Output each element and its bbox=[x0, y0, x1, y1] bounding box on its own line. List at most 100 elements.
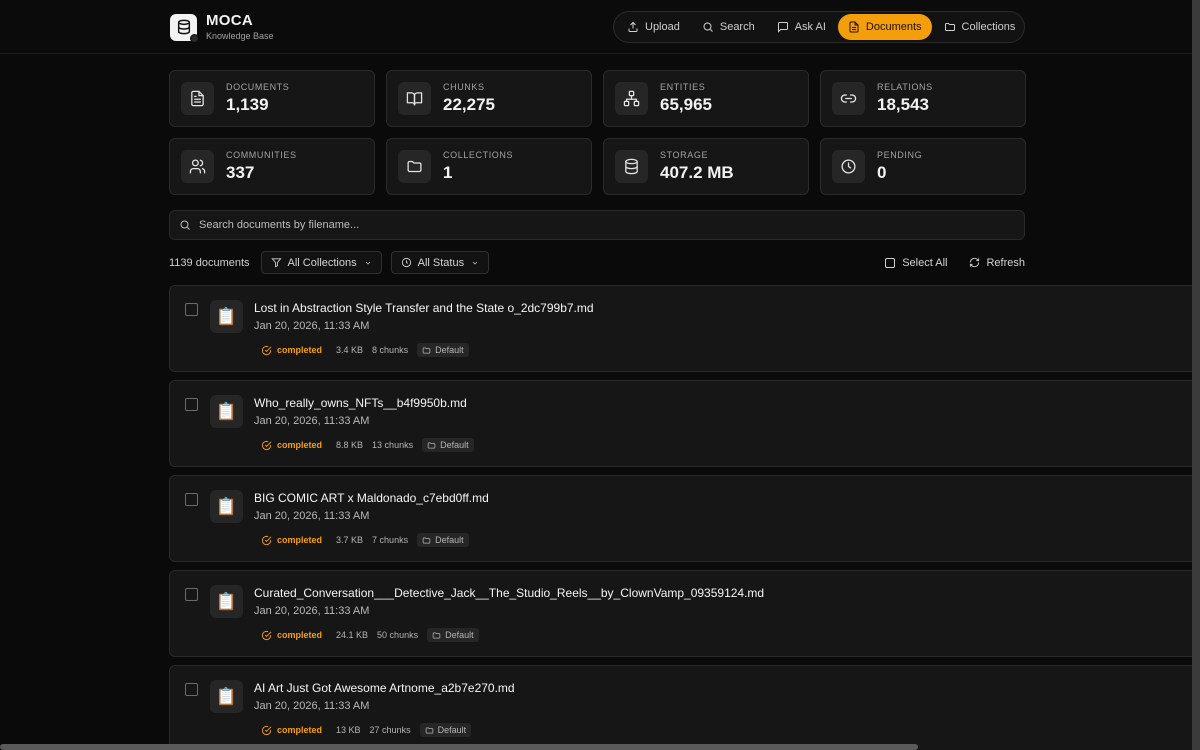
stat-label: Entities bbox=[660, 82, 706, 92]
chunk-count: 7 chunks bbox=[372, 535, 409, 545]
collection-tag: Default bbox=[417, 533, 469, 547]
chat-icon bbox=[777, 22, 788, 33]
check-circle-icon bbox=[261, 345, 272, 355]
chevron-down-icon bbox=[472, 261, 478, 264]
nav-collections[interactable]: Collections bbox=[934, 14, 1026, 40]
search-icon bbox=[703, 22, 713, 32]
nav-search[interactable]: Search bbox=[692, 14, 765, 40]
database-logo-icon bbox=[170, 13, 199, 43]
collection-tag: Default bbox=[419, 723, 472, 737]
refresh-icon bbox=[970, 257, 980, 268]
document-meta: completed 13 KB 27 chunks Default bbox=[261, 723, 472, 737]
file-size: 3.7 KB bbox=[336, 535, 364, 545]
stat-value: 407.2 MB bbox=[660, 163, 734, 182]
horizontal-scrollbar[interactable] bbox=[0, 744, 918, 750]
chunk-count: 13 chunks bbox=[372, 440, 414, 450]
clipboard-icon: 📋 bbox=[210, 300, 243, 333]
vertical-scrollbar[interactable] bbox=[1192, 0, 1200, 750]
file-size: 24.1 KB bbox=[336, 630, 369, 640]
document-search bbox=[169, 210, 1025, 240]
stat-label: Communities bbox=[226, 150, 297, 160]
stat-label: Relations bbox=[877, 82, 933, 92]
check-circle-icon bbox=[261, 535, 272, 545]
stat-storage: Storage 407.2 MB bbox=[603, 138, 809, 195]
select-all-button[interactable]: Select All bbox=[885, 257, 947, 269]
collection-tag: Default bbox=[427, 628, 479, 642]
clock-icon bbox=[841, 159, 856, 174]
document-date: Jan 20, 2026, 11:33 AM bbox=[254, 510, 370, 522]
stats-grid: Documents 1,139 Chunks 22,275 Entities 65,9… bbox=[169, 70, 1026, 195]
status-filter[interactable]: All Status bbox=[390, 251, 490, 274]
stat-chunks: Chunks 22,275 bbox=[386, 70, 592, 127]
users-icon bbox=[189, 159, 206, 174]
collection-filter[interactable]: All Collections bbox=[260, 251, 382, 274]
list-toolbar: 1139 documents All Collections All Statu… bbox=[169, 251, 1025, 274]
clipboard-icon: 📋 bbox=[210, 680, 243, 713]
document-row[interactable]: 📋 Lost in Abstraction Style Transfer and… bbox=[169, 285, 1200, 372]
stat-value: 337 bbox=[226, 163, 255, 182]
status-badge: completed bbox=[261, 725, 322, 736]
clipboard-icon: 📋 bbox=[210, 490, 243, 523]
row-checkbox[interactable] bbox=[185, 303, 198, 316]
nav-upload-label: Upload bbox=[645, 21, 680, 33]
stat-value: 22,275 bbox=[443, 95, 495, 114]
row-checkbox[interactable] bbox=[185, 683, 198, 696]
document-filename: Lost in Abstraction Style Transfer and t… bbox=[254, 301, 594, 315]
stat-label: Chunks bbox=[443, 82, 485, 92]
status-dot-icon bbox=[190, 33, 199, 43]
book-icon bbox=[406, 92, 423, 106]
document-count: 1139 documents bbox=[169, 256, 250, 269]
document-row[interactable]: 📋 AI Art Just Got Awesome Artnome_a2b7e2… bbox=[169, 665, 1200, 750]
document-icon bbox=[191, 90, 204, 107]
document-date: Jan 20, 2026, 11:33 AM bbox=[254, 415, 370, 427]
checkbox-icon bbox=[885, 257, 896, 268]
nav-documents-label: Documents bbox=[865, 21, 922, 33]
check-circle-icon bbox=[261, 440, 272, 450]
stat-label: Documents bbox=[226, 82, 290, 92]
document-date: Jan 20, 2026, 11:33 AM bbox=[254, 700, 370, 712]
nav-documents[interactable]: Documents bbox=[837, 14, 932, 40]
app-name: MOCA bbox=[206, 12, 254, 29]
document-filename: Who_really_owns_NFTs__b4f9950b.md bbox=[254, 396, 467, 410]
brand[interactable]: MOCA Knowledge Base bbox=[170, 12, 274, 43]
document-filename: Curated_Conversation___Detective_Jack__T… bbox=[254, 586, 765, 600]
folder-icon bbox=[422, 347, 431, 353]
file-size: 13 KB bbox=[336, 725, 361, 735]
refresh-label: Refresh bbox=[986, 256, 1025, 269]
clipboard-icon: 📋 bbox=[210, 585, 243, 618]
folder-icon bbox=[432, 632, 441, 638]
document-row[interactable]: 📋 BIG COMIC ART x Maldonado_c7ebd0ff.md … bbox=[169, 475, 1200, 562]
document-icon bbox=[849, 21, 859, 33]
nav-ask-ai[interactable]: Ask AI bbox=[767, 14, 836, 40]
nav-upload[interactable]: Upload bbox=[617, 14, 690, 40]
document-row[interactable]: 📋 Curated_Conversation___Detective_Jack_… bbox=[169, 570, 1200, 657]
chunk-count: 50 chunks bbox=[377, 630, 419, 640]
stat-collections: Collections 1 bbox=[386, 138, 592, 195]
document-date: Jan 20, 2026, 11:33 AM bbox=[254, 320, 370, 332]
chevron-down-icon bbox=[365, 261, 370, 264]
stat-value: 1 bbox=[443, 163, 453, 182]
refresh-button[interactable]: Refresh bbox=[969, 257, 1025, 269]
file-size: 3.4 KB bbox=[336, 345, 364, 355]
collection-filter-label: All Collections bbox=[287, 256, 357, 269]
app-header: MOCA Knowledge Base Upload Search Ask AI… bbox=[0, 0, 1200, 54]
document-row[interactable]: 📋 Who_really_owns_NFTs__b4f9950b.md Jan … bbox=[169, 380, 1200, 467]
app-subtitle: Knowledge Base bbox=[206, 31, 274, 41]
folder-icon bbox=[425, 727, 433, 733]
nav-search-label: Search bbox=[719, 21, 755, 33]
nav-collections-label: Collections bbox=[961, 21, 1016, 33]
search-icon bbox=[180, 220, 190, 230]
stat-label: Collections bbox=[443, 150, 514, 160]
clock-icon bbox=[401, 257, 411, 268]
stat-documents: Documents 1,139 bbox=[169, 70, 375, 127]
document-filename: BIG COMIC ART x Maldonado_c7ebd0ff.md bbox=[254, 491, 489, 505]
row-checkbox[interactable] bbox=[185, 493, 198, 506]
status-badge: completed bbox=[261, 535, 322, 546]
collection-tag: Default bbox=[417, 343, 469, 357]
stat-value: 1,139 bbox=[226, 95, 269, 114]
link-icon bbox=[840, 94, 857, 103]
row-checkbox[interactable] bbox=[185, 398, 198, 411]
status-badge: completed bbox=[261, 345, 322, 356]
row-checkbox[interactable] bbox=[185, 588, 198, 601]
search-input[interactable] bbox=[199, 219, 999, 231]
